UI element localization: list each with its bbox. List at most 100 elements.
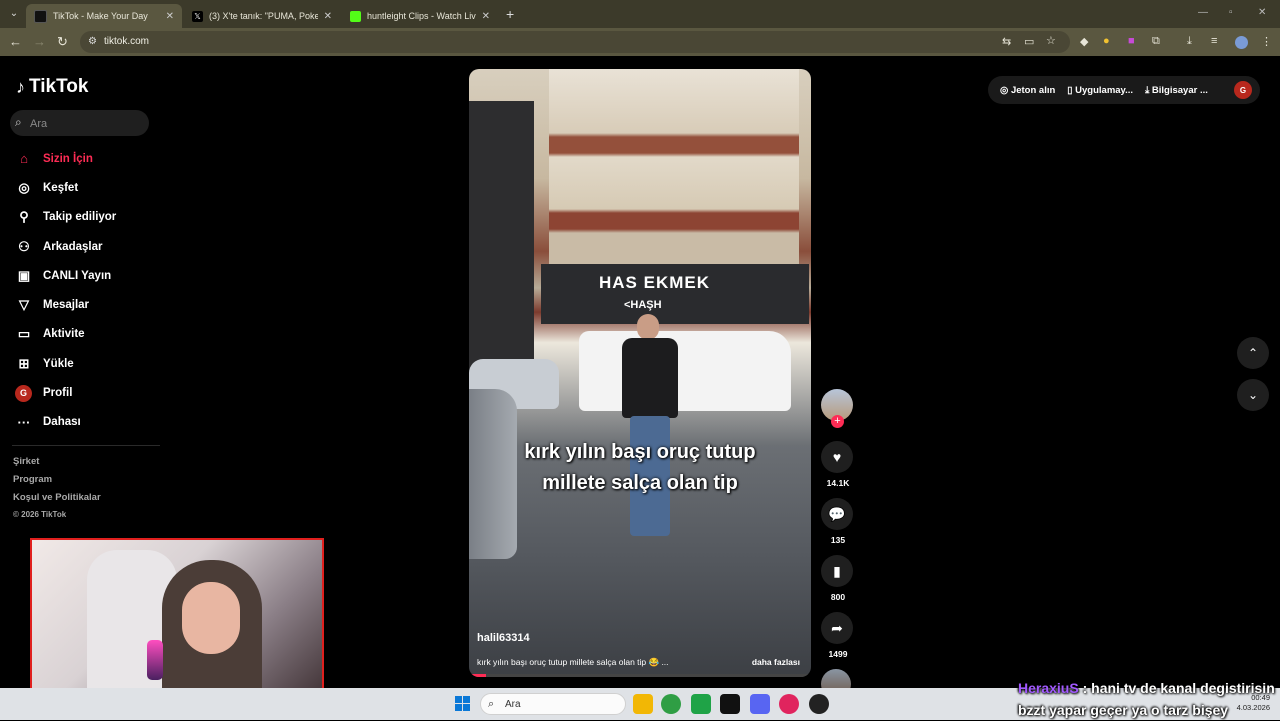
get-app-button[interactable]: ▯ Uygulamay... — [1067, 85, 1133, 96]
url-text: tiktok.com — [104, 36, 150, 47]
browser-tab-tiktok[interactable]: TikTok - Make Your Day ✕ — [26, 4, 182, 28]
previous-video-button[interactable]: ⌃ — [1237, 337, 1269, 369]
footer-link-terms[interactable]: Koşul ve Politikalar — [13, 492, 101, 510]
translate-icon[interactable]: ⇆ — [1002, 35, 1011, 48]
file-explorer-icon[interactable] — [633, 694, 653, 714]
bookmark-count: 800 — [830, 592, 846, 602]
heart-icon: ♥ — [832, 449, 842, 465]
bookmark-button[interactable]: ▮ — [821, 555, 853, 587]
chat-message-line-1: HeraxiuS : hani tv de kanal degistirisin — [1018, 677, 1275, 699]
cast-icon[interactable]: ▭ — [1024, 35, 1034, 48]
sidebar-item-activity[interactable]: ▭ Aktivite — [12, 320, 162, 349]
upload-icon: ⊞ — [18, 355, 30, 371]
share-button[interactable]: ➦ — [821, 612, 853, 644]
discord-icon[interactable] — [750, 694, 770, 714]
sidebar-item-following[interactable]: ⚲ Takip ediliyor — [12, 203, 162, 232]
extensions-puzzle-icon[interactable]: ⧉ — [1152, 35, 1160, 48]
video-progress-bar[interactable] — [469, 674, 811, 677]
close-window-icon[interactable]: ✕ — [1258, 7, 1266, 18]
video-player[interactable]: HAS EKMEK <HAŞH kırk yılın başı oruç tut… — [469, 69, 811, 677]
friends-icon: ⚇ — [18, 238, 30, 254]
sidebar-item-explore[interactable]: ◎ Keşfet — [12, 173, 162, 202]
obs-icon[interactable] — [809, 694, 829, 714]
video-author[interactable]: halil63314 — [477, 632, 530, 644]
minimize-icon[interactable]: — — [1198, 7, 1208, 18]
left-building — [469, 101, 534, 401]
more-link[interactable]: daha fazlası — [752, 657, 800, 667]
sidebar-item-profile[interactable]: G Profil — [12, 378, 162, 407]
comment-icon: 💬 — [828, 505, 846, 522]
browser-tab-bar: ⌄ TikTok - Make Your Day ✕ 𝕏 (3) X'te ta… — [0, 0, 1280, 28]
download-icon[interactable]: ⤓ — [1187, 35, 1192, 48]
site-info-icon[interactable]: ⚙ — [88, 36, 97, 47]
forward-icon[interactable]: → — [33, 34, 46, 49]
new-tab-button[interactable]: + — [506, 6, 514, 22]
sidebar-item-more[interactable]: ··· Dahası — [12, 408, 162, 437]
taskbar-search-label: Ara — [505, 699, 521, 710]
comment-count: 135 — [830, 535, 846, 545]
footer-link-program[interactable]: Program — [13, 474, 101, 492]
close-tab-icon[interactable]: ✕ — [324, 11, 332, 22]
search-input[interactable] — [28, 114, 142, 134]
maximize-icon[interactable]: ▫ — [1229, 7, 1233, 18]
sidebar-item-live[interactable]: ▣ CANLI Yayın — [12, 261, 162, 290]
like-count: 14.1K — [826, 478, 850, 488]
reading-list-icon[interactable]: ≡ — [1211, 35, 1217, 47]
tab-title: huntleight Clips - Watch Live o — [367, 11, 476, 21]
video-description: kırk yılın başı oruç tutup millete salça… — [477, 657, 669, 667]
back-icon[interactable]: ← — [9, 34, 22, 49]
sidebar-item-label: Arkadaşlar — [43, 240, 103, 253]
bookmark-icon: ▮ — [833, 562, 841, 579]
comment-button[interactable]: 💬 — [821, 498, 853, 530]
media-player-icon[interactable] — [779, 694, 799, 714]
profile-avatar-icon[interactable] — [1235, 36, 1248, 49]
tab-search-chevron-icon[interactable]: ⌄ — [6, 6, 22, 22]
taskbar-search[interactable]: ⌕ Ara — [480, 693, 626, 715]
footer-link-company[interactable]: Şirket — [13, 456, 101, 474]
streamer-face — [182, 582, 240, 654]
desktop-app-label: Bilgisayar ... — [1151, 84, 1208, 96]
browser-tab-x[interactable]: 𝕏 (3) X'te tanık: "PUMA, Pokemon ✕ — [184, 4, 340, 28]
chat-nick: HeraxiuS — [1018, 680, 1079, 696]
search-box[interactable]: ⌕ — [10, 110, 149, 136]
tiktok-logo[interactable]: ♪ TikTok — [16, 76, 88, 98]
sidebar-item-for-you[interactable]: ⌂ Sizin İçin — [12, 144, 162, 173]
extension-diamond-icon[interactable]: ◆ — [1080, 35, 1088, 48]
desktop-app-button[interactable]: ⤓ Bilgisayar ... — [1145, 85, 1208, 96]
next-video-button[interactable]: ⌄ — [1237, 379, 1269, 411]
address-bar[interactable]: ⚙ tiktok.com ⇆ ▭ ☆ — [80, 31, 1070, 53]
bookmark-star-icon[interactable]: ☆ — [1046, 34, 1056, 47]
user-avatar[interactable]: G — [1234, 81, 1252, 99]
sidebar-item-label: Dahası — [43, 416, 81, 429]
windows-start-icon[interactable] — [455, 696, 471, 712]
extension-purple-icon[interactable]: ■ — [1128, 35, 1135, 47]
close-tab-icon[interactable]: ✕ — [482, 11, 490, 22]
sidebar-item-upload[interactable]: ⊞ Yükle — [12, 349, 162, 378]
chrome-icon[interactable] — [661, 694, 681, 714]
x-favicon-icon: 𝕏 — [192, 10, 203, 22]
user-follow-icon: ⚲ — [19, 209, 29, 225]
sidebar-item-label: Aktivite — [43, 328, 85, 341]
get-coins-button[interactable]: ◎ Jeton alın — [1000, 85, 1055, 96]
like-button[interactable]: ♥ — [821, 441, 853, 473]
share-arrow-icon: ➦ — [831, 619, 843, 636]
sidebar-item-messages[interactable]: ▽ Mesajlar — [12, 290, 162, 319]
browser-menu-icon[interactable]: ⋮ — [1261, 35, 1272, 48]
tab-title: TikTok - Make Your Day — [53, 11, 148, 21]
caption-line-2: millete salça olan tip — [542, 472, 738, 494]
tiktok-note-icon: ♪ — [16, 76, 25, 97]
app-green-icon[interactable] — [691, 694, 711, 714]
microphone — [147, 640, 163, 680]
browser-tab-kick[interactable]: huntleight Clips - Watch Live o ✕ — [342, 4, 498, 28]
shop-sub-sign: <HAŞH — [624, 299, 662, 311]
extension-coin-icon[interactable]: ● — [1103, 35, 1110, 47]
reload-icon[interactable]: ↻ — [57, 34, 68, 50]
creator-avatar[interactable]: + — [821, 389, 853, 428]
caption-line-1: kırk yılın başı oruç tutup — [524, 441, 756, 463]
follow-plus-icon[interactable]: + — [831, 415, 844, 428]
tradingview-icon[interactable] — [720, 694, 740, 714]
sidebar-item-friends[interactable]: ⚇ Arkadaşlar — [12, 232, 162, 261]
sidebar-item-label: CANLI Yayın — [43, 269, 112, 282]
close-tab-icon[interactable]: ✕ — [166, 11, 174, 22]
chat-message-line-2: bzzt yapar geçer ya o tarz bişey — [1018, 702, 1229, 718]
